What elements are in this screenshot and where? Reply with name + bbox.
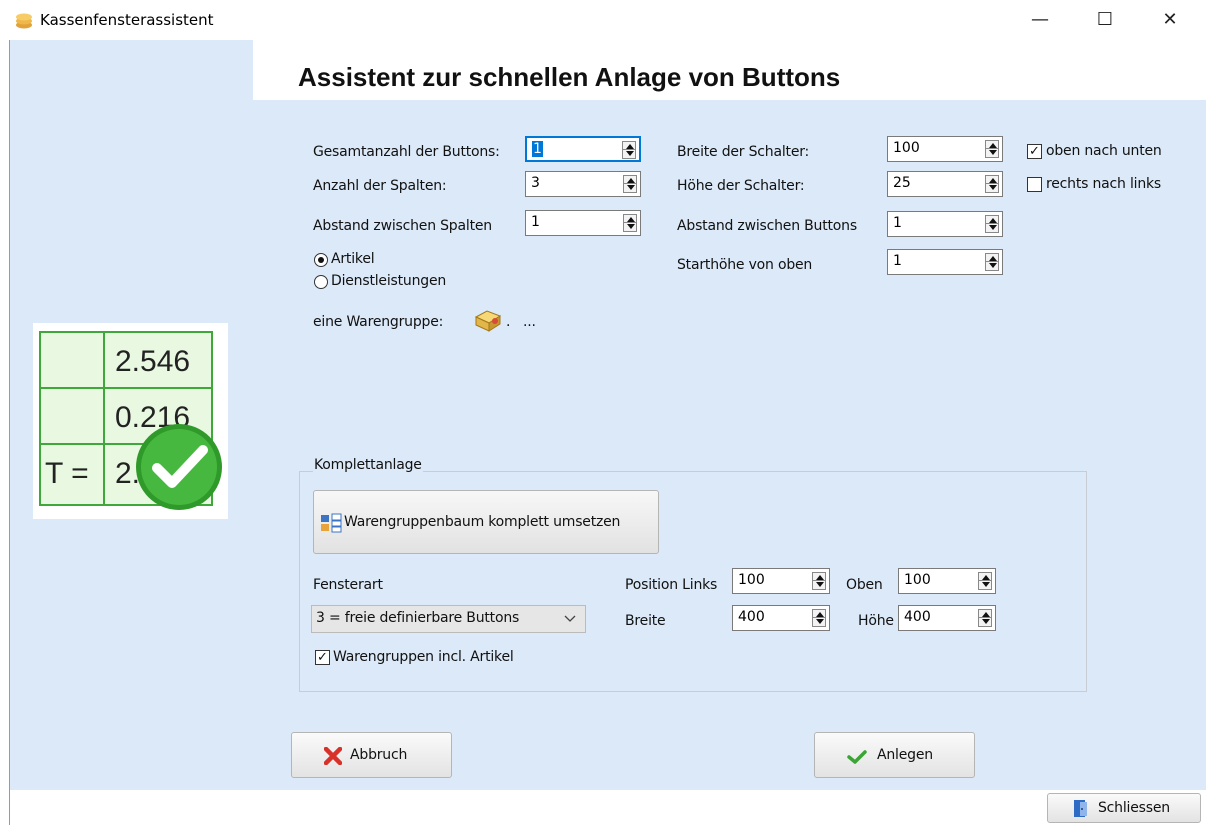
logo-value-3: T = bbox=[45, 457, 89, 490]
rechts-nach-links-label: rechts nach links bbox=[1046, 176, 1161, 192]
fensterart-label: Fensterart bbox=[313, 577, 383, 593]
oben-spinner[interactable] bbox=[978, 572, 992, 590]
wizard-logo: 2.546 0.216 T = 2. bbox=[33, 323, 228, 519]
abstand-spalten-spinner[interactable] bbox=[623, 214, 637, 232]
fensterart-value: 3 = freie definierbare Buttons bbox=[316, 610, 520, 626]
gesamtanzahl-value: 1 bbox=[532, 141, 543, 157]
abstand-buttons-input[interactable]: 1 bbox=[887, 211, 1003, 237]
position-links-spinner[interactable] bbox=[812, 572, 826, 590]
include-artikel-label: Warengruppen incl. Artikel bbox=[333, 649, 514, 665]
position-links-label: Position Links bbox=[625, 577, 718, 593]
starthoehe-spinner[interactable] bbox=[985, 253, 999, 271]
dienstleistungen-radio[interactable] bbox=[314, 275, 328, 289]
schliessen-label: Schliessen bbox=[1098, 800, 1170, 816]
breite-komplett-label: Breite bbox=[625, 613, 666, 629]
fensterart-select[interactable]: 3 = freie definierbare Buttons bbox=[311, 605, 586, 633]
hoehe-komplett-input[interactable]: 400 bbox=[898, 605, 996, 631]
logo-value-1: 2.546 bbox=[115, 345, 191, 378]
hoehe-komplett-value: 400 bbox=[904, 609, 931, 625]
hoehe-komplett-spinner[interactable] bbox=[978, 609, 992, 627]
starthoehe-input[interactable]: 1 bbox=[887, 249, 1003, 275]
breite-komplett-spinner[interactable] bbox=[812, 609, 826, 627]
window-title: Kassenfensterassistent bbox=[40, 11, 214, 29]
hoehe-input[interactable]: 25 bbox=[887, 171, 1003, 197]
warengruppe-dot: . bbox=[506, 314, 511, 330]
hoehe-komplett-label: Höhe bbox=[858, 613, 894, 629]
anlegen-button[interactable]: Anlegen bbox=[814, 732, 975, 778]
tree-structure-icon bbox=[321, 513, 342, 533]
page-title: Assistent zur schnellen Anlage von Butto… bbox=[298, 62, 841, 92]
artikel-radio[interactable] bbox=[314, 253, 328, 267]
maximize-button[interactable]: ☐ bbox=[1075, 0, 1135, 40]
warengruppenbaum-button[interactable]: Warengruppenbaum komplett umsetzen bbox=[313, 490, 659, 554]
product-box-icon[interactable] bbox=[473, 307, 503, 333]
oben-label: Oben bbox=[846, 577, 883, 593]
gesamtanzahl-input[interactable]: 1 bbox=[525, 136, 641, 162]
position-links-value: 100 bbox=[738, 572, 765, 588]
breite-komplett-value: 400 bbox=[738, 609, 765, 625]
dienstleistungen-label: Dienstleistungen bbox=[331, 273, 447, 289]
anlegen-label: Anlegen bbox=[877, 747, 933, 763]
gesamtanzahl-label: Gesamtanzahl der Buttons: bbox=[313, 144, 500, 160]
position-links-input[interactable]: 100 bbox=[732, 568, 830, 594]
include-artikel-checkbox[interactable]: ✓ bbox=[315, 650, 330, 665]
breite-value: 100 bbox=[893, 140, 920, 156]
gesamtanzahl-spinner[interactable] bbox=[622, 141, 636, 159]
starthoehe-value: 1 bbox=[893, 253, 902, 269]
abstand-buttons-value: 1 bbox=[893, 215, 902, 231]
breite-input[interactable]: 100 bbox=[887, 136, 1003, 162]
abbruch-button[interactable]: Abbruch bbox=[291, 732, 452, 778]
checkmark-icon bbox=[847, 750, 867, 764]
oben-nach-unten-label: oben nach unten bbox=[1046, 143, 1162, 159]
hoehe-label: Höhe der Schalter: bbox=[677, 178, 805, 194]
spalten-input[interactable]: 3 bbox=[525, 171, 641, 197]
artikel-label: Artikel bbox=[331, 251, 375, 267]
cancel-x-icon bbox=[324, 747, 342, 765]
breite-label: Breite der Schalter: bbox=[677, 144, 810, 160]
schliessen-button[interactable]: Schliessen bbox=[1047, 793, 1201, 823]
oben-value: 100 bbox=[904, 572, 931, 588]
abstand-buttons-spinner[interactable] bbox=[985, 215, 999, 233]
rechts-nach-links-checkbox[interactable] bbox=[1027, 177, 1042, 192]
warengruppe-ellipsis[interactable]: ... bbox=[523, 314, 536, 330]
abstand-spalten-input[interactable]: 1 bbox=[525, 210, 641, 236]
spalten-spinner[interactable] bbox=[623, 175, 637, 193]
abbruch-label: Abbruch bbox=[350, 747, 408, 763]
coin-stack-icon bbox=[16, 13, 32, 29]
breite-komplett-input[interactable]: 400 bbox=[732, 605, 830, 631]
title-bar: Kassenfensterassistent — ☐ ✕ bbox=[0, 0, 1206, 40]
hoehe-value: 25 bbox=[893, 175, 911, 191]
minimize-button[interactable]: — bbox=[1010, 0, 1070, 40]
breite-spinner[interactable] bbox=[985, 140, 999, 158]
abstand-buttons-label: Abstand zwischen Buttons bbox=[677, 218, 857, 234]
abstand-spalten-label: Abstand zwischen Spalten bbox=[313, 218, 492, 234]
close-button[interactable]: ✕ bbox=[1140, 0, 1200, 40]
exit-door-icon bbox=[1074, 800, 1087, 817]
chevron-down-icon bbox=[564, 615, 576, 622]
warengruppe-label: eine Warengruppe: bbox=[313, 314, 444, 330]
green-check-icon bbox=[136, 424, 222, 510]
komplettanlage-title: Komplettanlage bbox=[313, 457, 423, 473]
spalten-label: Anzahl der Spalten: bbox=[313, 178, 447, 194]
warengruppenbaum-label: Warengruppenbaum komplett umsetzen bbox=[344, 514, 621, 530]
hoehe-spinner[interactable] bbox=[985, 175, 999, 193]
abstand-spalten-value: 1 bbox=[531, 214, 540, 230]
spalten-value: 3 bbox=[531, 175, 540, 191]
oben-input[interactable]: 100 bbox=[898, 568, 996, 594]
starthoehe-label: Starthöhe von oben bbox=[677, 257, 813, 273]
oben-nach-unten-checkbox[interactable]: ✓ bbox=[1027, 144, 1042, 159]
